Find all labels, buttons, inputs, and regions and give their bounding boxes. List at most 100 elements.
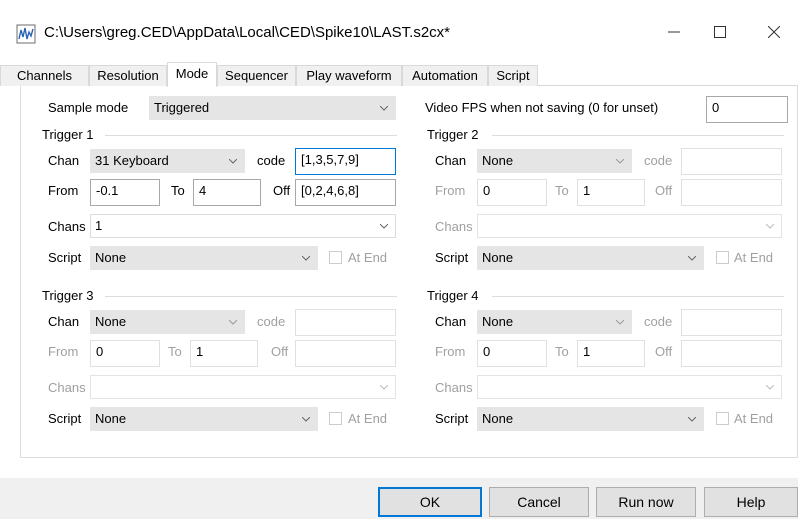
trigger-4-script-select[interactable]: None bbox=[477, 407, 704, 431]
trigger-1-code-value: [1,3,5,7,9] bbox=[301, 152, 359, 167]
trigger-4-from-label: From bbox=[435, 344, 466, 359]
trigger-4-chan-select[interactable]: None bbox=[477, 310, 632, 334]
trigger-1-at-end-checkbox[interactable] bbox=[329, 251, 342, 264]
trigger-1-code-field[interactable]: [1,3,5,7,9] bbox=[295, 148, 396, 175]
tab-resolution[interactable]: Resolution bbox=[89, 65, 167, 86]
trigger-3-script-value: None bbox=[95, 411, 127, 426]
trigger-2-to-field[interactable]: 1 bbox=[577, 179, 645, 206]
trigger-4-at-end-label: At End bbox=[734, 411, 774, 426]
tab-label: Sequencer bbox=[225, 68, 288, 83]
trigger-1-from-field[interactable]: -0.1 bbox=[90, 179, 160, 206]
trigger-2-from-label: From bbox=[435, 183, 466, 198]
trigger-3-to-value: 1 bbox=[196, 344, 204, 359]
video-fps-value: 0 bbox=[712, 100, 720, 115]
trigger-3-code-field[interactable] bbox=[295, 309, 396, 336]
app-icon bbox=[16, 24, 36, 44]
window-title: C:\Users\greg.CED\AppData\Local\CED\Spik… bbox=[44, 24, 451, 41]
trigger-3-at-end-checkbox[interactable] bbox=[329, 412, 342, 425]
trigger-3-chan-label: Chan bbox=[48, 314, 80, 329]
trigger-1-to-field[interactable]: 4 bbox=[193, 179, 261, 206]
trigger-2-at-end-checkbox[interactable] bbox=[716, 251, 729, 264]
tab-label: Automation bbox=[412, 68, 478, 83]
tab-play-waveform[interactable]: Play waveform bbox=[296, 65, 402, 86]
trigger-1-chan-select[interactable]: 31 Keyboard bbox=[90, 149, 245, 173]
trigger-1-from-value: -0.1 bbox=[96, 183, 119, 198]
trigger-4-chans-select[interactable] bbox=[477, 375, 782, 399]
tab-mode[interactable]: Mode bbox=[167, 62, 217, 87]
tab-script[interactable]: Script bbox=[488, 65, 538, 86]
run-now-button[interactable]: Run now bbox=[596, 487, 696, 517]
trigger-1-off-field[interactable]: [0,2,4,6,8] bbox=[295, 179, 396, 206]
trigger-2-code-field[interactable] bbox=[681, 148, 782, 175]
tab-channels[interactable]: Channels bbox=[0, 65, 89, 86]
chevron-down-icon bbox=[688, 417, 696, 422]
trigger-4-from-field[interactable]: 0 bbox=[477, 340, 547, 367]
minimize-icon bbox=[668, 31, 680, 33]
trigger-2-script-value: None bbox=[482, 250, 514, 265]
maximize-button[interactable] bbox=[698, 14, 744, 50]
trigger-4-chan-value: None bbox=[482, 314, 514, 329]
trigger-1-script-select[interactable]: None bbox=[90, 246, 318, 270]
trigger-1-chans-label: Chans bbox=[48, 219, 86, 234]
chevron-down-icon bbox=[616, 320, 624, 325]
trigger-1-to-value: 4 bbox=[199, 183, 207, 198]
trigger-2-off-field[interactable] bbox=[681, 179, 782, 206]
trigger-2-chan-select[interactable]: None bbox=[477, 149, 632, 173]
trigger-3-to-field[interactable]: 1 bbox=[190, 340, 258, 367]
run-now-label: Run now bbox=[618, 494, 674, 510]
trigger-4-title: Trigger 4 bbox=[427, 288, 479, 303]
trigger-3-code-label: code bbox=[257, 314, 286, 329]
trigger-1-code-label: code bbox=[257, 153, 286, 168]
trigger-1-chans-value: 1 bbox=[95, 218, 103, 233]
minimize-button[interactable] bbox=[652, 14, 698, 50]
trigger-2-title: Trigger 2 bbox=[427, 127, 479, 142]
trigger-2-to-value: 1 bbox=[583, 183, 591, 198]
chevron-down-icon bbox=[380, 106, 388, 111]
trigger-1-off-value: [0,2,4,6,8] bbox=[301, 183, 359, 198]
help-button[interactable]: Help bbox=[704, 487, 798, 517]
trigger-2-chans-label: Chans bbox=[435, 219, 473, 234]
trigger-1-from-label: From bbox=[48, 183, 79, 198]
title-bar: C:\Users\greg.CED\AppData\Local\CED\Spik… bbox=[0, 0, 798, 62]
trigger-4-off-field[interactable] bbox=[681, 340, 782, 367]
trigger-4-at-end-checkbox[interactable] bbox=[716, 412, 729, 425]
trigger-3-from-value: 0 bbox=[96, 344, 104, 359]
trigger-3-from-label: From bbox=[48, 344, 79, 359]
sample-mode-label: Sample mode bbox=[48, 100, 129, 115]
trigger-2-at-end-label: At End bbox=[734, 250, 774, 265]
close-button[interactable] bbox=[752, 14, 798, 50]
tab-sequencer[interactable]: Sequencer bbox=[217, 65, 296, 86]
video-fps-field[interactable]: 0 bbox=[706, 96, 788, 123]
trigger-2-script-select[interactable]: None bbox=[477, 246, 704, 270]
close-icon bbox=[768, 26, 780, 38]
trigger-2-from-value: 0 bbox=[483, 183, 491, 198]
trigger-2-script-label: Script bbox=[435, 250, 469, 265]
ok-button[interactable]: OK bbox=[378, 487, 482, 517]
trigger-3-to-label: To bbox=[168, 344, 182, 359]
trigger-3-title: Trigger 3 bbox=[42, 288, 94, 303]
trigger-3-off-field[interactable] bbox=[295, 340, 396, 367]
help-label: Help bbox=[736, 494, 766, 510]
chevron-down-icon bbox=[380, 224, 388, 229]
trigger-3-chans-select[interactable] bbox=[90, 375, 396, 399]
chevron-down-icon bbox=[380, 385, 388, 390]
trigger-1-chans-select[interactable]: 1 bbox=[90, 214, 396, 238]
trigger-2-chans-select[interactable] bbox=[477, 214, 782, 238]
trigger-4-to-field[interactable]: 1 bbox=[577, 340, 645, 367]
trigger-2-to-label: To bbox=[555, 183, 569, 198]
trigger-3-script-select[interactable]: None bbox=[90, 407, 318, 431]
trigger-2-chan-value: None bbox=[482, 153, 514, 168]
trigger-4-script-value: None bbox=[482, 411, 514, 426]
tab-automation[interactable]: Automation bbox=[402, 65, 488, 86]
trigger-3-from-field[interactable]: 0 bbox=[90, 340, 160, 367]
tab-label: Play waveform bbox=[306, 68, 392, 83]
sample-mode-select[interactable]: Triggered bbox=[149, 96, 396, 120]
cancel-button[interactable]: Cancel bbox=[489, 487, 589, 517]
trigger-2-from-field[interactable]: 0 bbox=[477, 179, 547, 206]
trigger-4-code-field[interactable] bbox=[681, 309, 782, 336]
trigger-3-chan-select[interactable]: None bbox=[90, 310, 245, 334]
tab-label: Mode bbox=[175, 66, 209, 81]
trigger-1-off-label: Off bbox=[273, 183, 291, 198]
trigger-3-off-label: Off bbox=[271, 344, 289, 359]
maximize-icon bbox=[714, 26, 726, 38]
